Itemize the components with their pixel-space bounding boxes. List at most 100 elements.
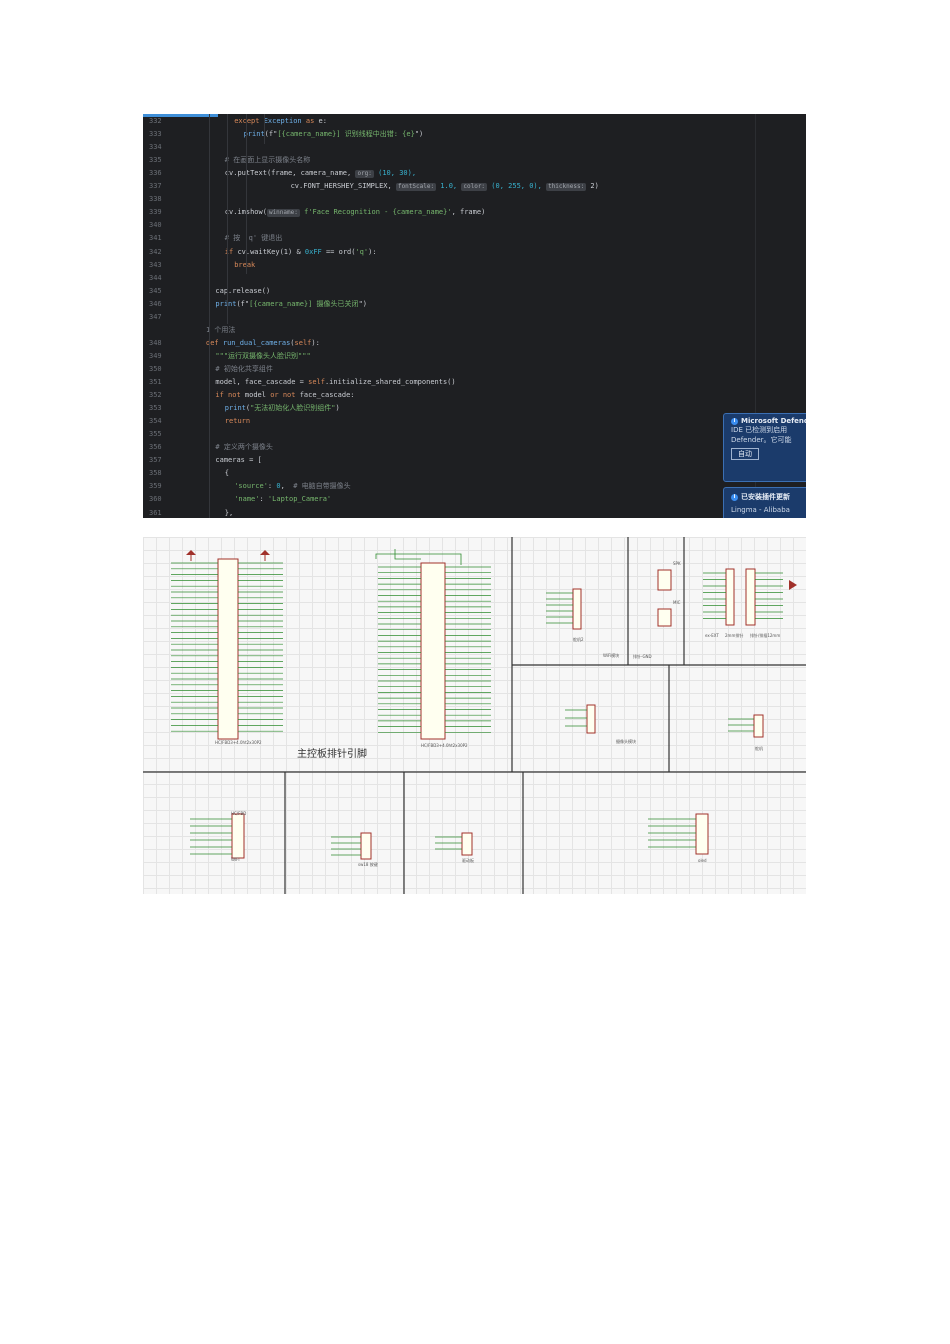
parameter-hint: color: <box>461 183 488 192</box>
code-token: face_cascade: <box>299 391 355 400</box>
line-number: 346 <box>149 299 162 308</box>
line-number: 354 <box>149 417 162 426</box>
code-token: : <box>259 495 268 504</box>
code-line[interactable]: cv.putText(frame, camera_name, org: (10,… <box>224 169 417 179</box>
code-token: print <box>215 299 237 308</box>
code-token: ") <box>358 299 367 308</box>
line-number: 356 <box>149 443 162 452</box>
code-line[interactable]: cv.imshow(winname: f'Face Recognition - … <box>225 208 485 218</box>
code-token: cv.waitKey(1) & <box>237 247 305 256</box>
code-token: [{camera_name}] 识别线程中出错: {e} <box>277 130 415 139</box>
code-token: # 在画面上显示摄像头名称 <box>224 156 311 165</box>
code-token: # 按 'q' 键退出 <box>224 234 283 243</box>
code-token: }, <box>224 508 234 517</box>
code-token: # 定义两个摄像头 <box>215 443 273 452</box>
code-token: cv.FONT_HERSHEY_SIMPLEX, <box>290 182 396 191</box>
code-token: [{camera_name}] 摄像头已关闭 <box>249 299 359 308</box>
module-label: 摄像头模块 <box>616 739 636 744</box>
line-number: 359 <box>149 482 162 491</box>
indent-guide <box>264 114 265 144</box>
line-number: 355 <box>149 430 162 439</box>
code-line[interactable]: cameras = [ <box>215 456 261 465</box>
parameter-hint: org: <box>355 170 374 179</box>
indent-guide <box>227 114 228 324</box>
code-line[interactable]: cv.FONT_HERSHEY_SIMPLEX, fontScale: 1.0,… <box>290 182 599 192</box>
line-number: 349 <box>149 351 162 360</box>
notification-plugin-update[interactable]: i 已安装插件更新 Lingma - Alibaba <box>723 487 806 518</box>
code-line[interactable]: if not model or not face_cascade: <box>215 391 354 400</box>
line-number: 347 <box>149 312 162 321</box>
code-line[interactable]: break <box>234 261 255 270</box>
code-token: cv.putText(frame, camera_name, <box>224 169 356 178</box>
code-token: 'q' <box>355 247 369 256</box>
code-token: e: <box>318 117 327 125</box>
module-label: 排针/排插12mm <box>750 633 781 638</box>
line-number: 360 <box>149 495 162 504</box>
code-token: .initialize_shared_components() <box>324 378 456 386</box>
code-token: model, face_cascade = <box>215 378 309 386</box>
module-label: 舵机2 <box>573 637 584 642</box>
header-label: HC/FBD3+4.0ht2x30P2 <box>421 743 468 748</box>
notification-title: 已安装插件更新 <box>741 493 790 501</box>
parameter-hint: thickness: <box>546 183 587 192</box>
code-token: (f" <box>264 130 278 139</box>
code-line[interactable]: }, <box>225 509 233 518</box>
line-number: 339 <box>149 208 162 217</box>
line-number: 351 <box>149 378 162 386</box>
line-number: 345 <box>149 286 162 295</box>
code-line[interactable]: def run_dual_cameras(self): <box>206 339 320 348</box>
notification-defender[interactable]: iMicrosoft Defender IDE 已检测到启用 Defender。… <box>723 413 806 482</box>
parameter-hint: fontScale: <box>395 183 437 192</box>
code-token: ): <box>368 247 377 256</box>
code-line[interactable]: cap.release() <box>215 287 270 296</box>
code-token: (0, 255, 0), <box>487 182 547 191</box>
line-number: 343 <box>149 260 162 269</box>
line-number: 334 <box>149 143 162 152</box>
code-line[interactable]: print("无法初始化人脸识别组件") <box>225 404 340 413</box>
module-label: WiFi模块 <box>603 653 620 658</box>
line-number: 352 <box>149 391 162 400</box>
code-token: 1.0, <box>436 182 462 191</box>
code-line[interactable]: # 按 'q' 键退出 <box>225 234 283 243</box>
code-token: == ord( <box>321 247 356 256</box>
code-token: """运行双摄像头人脸识别""" <box>215 351 311 360</box>
code-token: (10, 30), <box>373 169 417 178</box>
code-editor[interactable]: 332 except Exception as e: 333 print(f"[{ca… <box>143 114 806 518</box>
code-token: 'name' <box>234 495 260 504</box>
code-token: as <box>305 117 319 125</box>
code-token: ") <box>414 130 424 139</box>
code-token: self <box>294 338 312 347</box>
code-line[interactable]: { <box>225 469 229 478</box>
code-line[interactable]: if cv.waitKey(1) & 0xFF == ord('q'): <box>225 248 377 257</box>
line-number: 353 <box>149 404 162 413</box>
auto-button[interactable]: 自动 <box>731 448 759 460</box>
notification-body: IDE 已检测到启用 <box>731 426 788 434</box>
header-label: HC/FBD3+4.0ht2x30P2 <box>215 740 262 745</box>
code-line[interactable]: # 初始化共享组件 <box>215 365 272 374</box>
code-line[interactable]: # 在画面上显示摄像头名称 <box>225 156 310 165</box>
code-token: 'Laptop_Camera' <box>267 495 332 504</box>
code-line[interactable]: model, face_cascade = self.initialize_sh… <box>215 378 455 387</box>
code-line[interactable]: return <box>225 417 250 426</box>
line-number: 337 <box>149 182 162 191</box>
line-number: 338 <box>149 195 162 204</box>
line-number: 333 <box>149 130 162 139</box>
line-number: 335 <box>149 156 162 165</box>
code-line[interactable]: """运行双摄像头人脸识别""" <box>215 352 310 361</box>
module-label: HC/FBD <box>231 811 247 816</box>
code-token: self <box>308 378 325 386</box>
code-line[interactable]: 1 个用法 <box>206 326 235 335</box>
code-line[interactable]: print(f"[{camera_name}] 摄像头已关闭") <box>215 300 367 309</box>
code-token: return <box>224 417 251 426</box>
code-line[interactable]: except Exception as e: <box>234 117 327 126</box>
code-line[interactable]: 'name': 'Laptop_Camera' <box>234 495 331 504</box>
code-line[interactable]: # 定义两个摄像头 <box>215 443 272 452</box>
line-number: 361 <box>149 508 162 517</box>
code-line[interactable]: 'source': 0, # 电脑自带摄像头 <box>234 482 350 491</box>
code-token: 'source' <box>234 482 268 491</box>
module-label: WIFI <box>231 857 240 862</box>
indent-guide <box>246 114 247 274</box>
line-number: 348 <box>149 338 162 347</box>
code-line[interactable]: print(f"[{camera_name}] 识别线程中出错: {e}") <box>244 130 424 139</box>
code-token: (f" <box>236 299 250 308</box>
